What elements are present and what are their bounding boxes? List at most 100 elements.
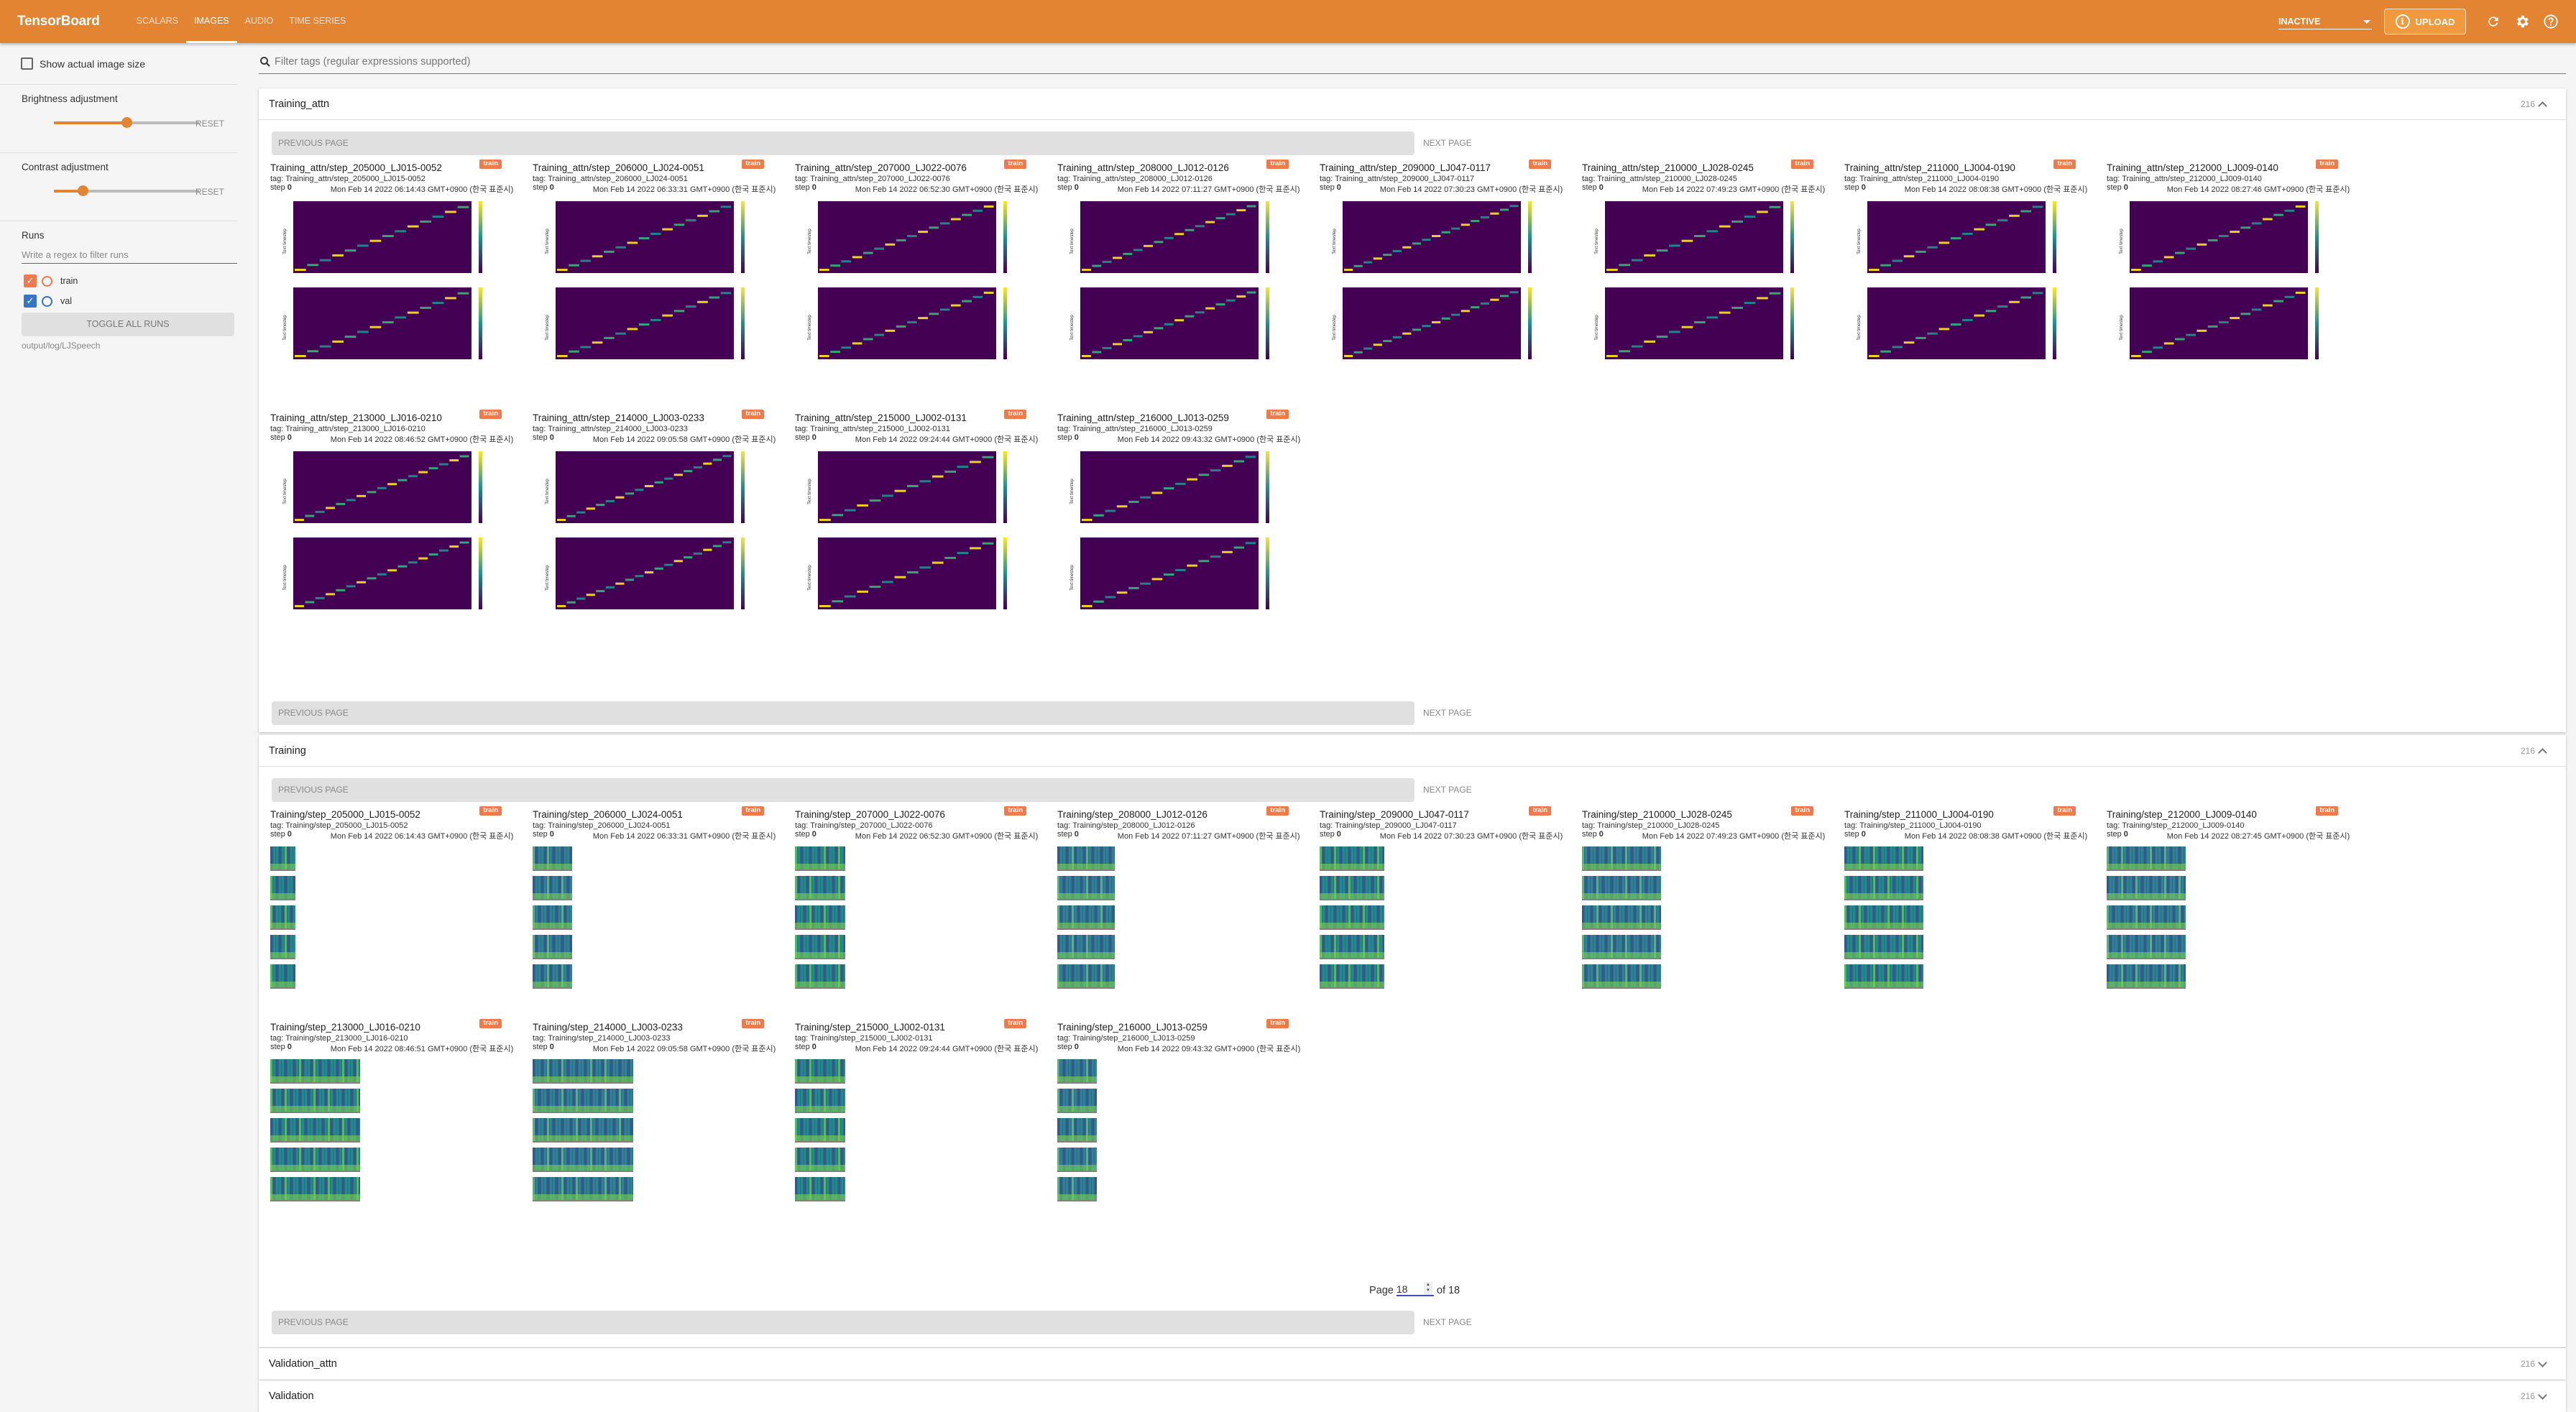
section-header[interactable]: Training_attn 216 <box>259 88 2566 120</box>
spectrogram-image[interactable] <box>795 904 845 931</box>
spectrogram-image[interactable] <box>2107 845 2186 872</box>
section-header[interactable]: Validation_attn 216 <box>259 1348 2566 1380</box>
spectrogram-image[interactable] <box>533 904 572 931</box>
spectrogram-image[interactable] <box>1057 1058 1097 1085</box>
tag-filter-input[interactable]: Filter tags (regular expressions support… <box>275 56 470 68</box>
attention-plot-image[interactable]: Text timestepAudio timestep <box>533 535 748 614</box>
upload-button[interactable]: i UPLOAD <box>2384 9 2466 34</box>
spectrogram-image[interactable] <box>270 1117 360 1144</box>
spectrogram-image[interactable] <box>533 933 572 961</box>
spectrogram-image[interactable] <box>1057 904 1115 931</box>
spectrogram-image[interactable] <box>1057 1117 1097 1144</box>
spectrogram-image[interactable] <box>1582 845 1661 872</box>
previous-page-button[interactable]: PREVIOUS PAGE <box>272 1311 1414 1334</box>
runs-filter-input[interactable]: Write a regex to filter runs <box>22 249 237 264</box>
spectrogram-image[interactable] <box>1582 933 1661 961</box>
spectrogram-image[interactable] <box>795 963 845 990</box>
brightness-slider-handle[interactable] <box>121 117 132 128</box>
section-header[interactable]: Training 216 <box>259 735 2566 767</box>
attention-plot-image[interactable]: Text timestep <box>1844 198 2060 277</box>
attention-plot-image[interactable]: Text timestepAudio timestep <box>1320 285 1535 364</box>
next-page-button[interactable]: NEXT PAGE <box>1423 1311 1472 1334</box>
spectrogram-image[interactable] <box>533 845 572 872</box>
spectrogram-image[interactable] <box>533 963 572 990</box>
next-page-button[interactable]: NEXT PAGE <box>1423 778 1472 802</box>
attention-plot-image[interactable]: Text timestep <box>795 448 1011 527</box>
attention-plot-image[interactable]: Text timestepAudio timestep <box>2107 285 2322 364</box>
spectrogram-image[interactable] <box>2107 963 2186 990</box>
attention-plot-image[interactable]: Text timestep <box>1582 198 1798 277</box>
spectrogram-image[interactable] <box>795 1058 845 1085</box>
spectrogram-image[interactable] <box>533 1058 633 1085</box>
spectrogram-image[interactable] <box>795 1087 845 1115</box>
spectrogram-image[interactable] <box>1057 963 1115 990</box>
spectrogram-image[interactable] <box>270 933 295 961</box>
spectrogram-image[interactable] <box>1057 933 1115 961</box>
run-val-checkbox[interactable]: ✓ <box>24 295 37 308</box>
spectrogram-image[interactable] <box>2107 875 2186 902</box>
spectrogram-image[interactable] <box>795 875 845 902</box>
attention-plot-image[interactable]: Text timestepAudio timestep <box>795 285 1011 364</box>
spectrogram-image[interactable] <box>533 1087 633 1115</box>
spectrogram-image[interactable] <box>795 845 845 872</box>
spectrogram-image[interactable] <box>1057 845 1115 872</box>
attention-plot-image[interactable]: Text timestep <box>533 198 748 277</box>
spectrogram-image[interactable] <box>795 1176 845 1203</box>
show-actual-size-checkbox[interactable] <box>21 57 33 70</box>
spectrogram-image[interactable] <box>2107 904 2186 931</box>
previous-page-button[interactable]: PREVIOUS PAGE <box>272 701 1414 725</box>
page-input[interactable]: 18 ▲ ▼ <box>1396 1281 1434 1296</box>
spectrogram-image[interactable] <box>1844 845 1923 872</box>
refresh-icon[interactable] <box>2485 14 2501 29</box>
attention-plot-image[interactable]: Text timestepAudio timestep <box>270 535 486 614</box>
spectrogram-image[interactable] <box>533 1117 633 1144</box>
attention-plot-image[interactable]: Text timestep <box>1057 198 1273 277</box>
tab-scalars[interactable]: SCALARS <box>129 0 186 43</box>
attention-plot-image[interactable]: Text timestepAudio timestep <box>795 535 1011 614</box>
spectrogram-image[interactable] <box>1320 845 1384 872</box>
toggle-all-runs-button[interactable]: TOGGLE ALL RUNS <box>22 313 234 336</box>
run-item-train[interactable]: ✓ train <box>24 271 237 291</box>
chevron-down-icon[interactable] <box>2538 1357 2547 1367</box>
attention-plot-image[interactable]: Text timestepAudio timestep <box>533 285 748 364</box>
attention-plot-image[interactable]: Text timestepAudio timestep <box>1057 285 1273 364</box>
attention-plot-image[interactable]: Text timestepAudio timestep <box>1057 535 1273 614</box>
spectrogram-image[interactable] <box>270 875 295 902</box>
chevron-up-icon[interactable] <box>2538 101 2547 111</box>
spectrogram-image[interactable] <box>270 1087 360 1115</box>
spectrogram-image[interactable] <box>1320 875 1384 902</box>
spectrogram-image[interactable] <box>270 845 295 872</box>
tab-images[interactable]: IMAGES <box>186 0 237 43</box>
previous-page-button[interactable]: PREVIOUS PAGE <box>272 778 1414 802</box>
run-train-checkbox[interactable]: ✓ <box>24 274 37 287</box>
attention-plot-image[interactable]: Text timestep <box>795 198 1011 277</box>
spectrogram-image[interactable] <box>2107 933 2186 961</box>
spectrogram-image[interactable] <box>1057 1176 1097 1203</box>
chevron-up-icon[interactable] <box>2538 747 2547 757</box>
attention-plot-image[interactable]: Text timestep <box>270 198 486 277</box>
spectrogram-image[interactable] <box>533 1146 633 1173</box>
spectrogram-image[interactable] <box>270 963 295 990</box>
next-page-button[interactable]: NEXT PAGE <box>1423 701 1472 725</box>
spectrogram-image[interactable] <box>1320 904 1384 931</box>
run-item-val[interactable]: ✓ val <box>24 291 237 311</box>
spectrogram-image[interactable] <box>795 933 845 961</box>
spectrogram-image[interactable] <box>270 1146 360 1173</box>
spectrogram-image[interactable] <box>533 875 572 902</box>
attention-plot-image[interactable]: Text timestep <box>1057 448 1273 527</box>
attention-plot-image[interactable]: Text timestep <box>270 448 486 527</box>
spectrogram-image[interactable] <box>795 1117 845 1144</box>
spectrogram-image[interactable] <box>1057 1087 1097 1115</box>
spectrogram-image[interactable] <box>270 904 295 931</box>
spectrogram-image[interactable] <box>1844 963 1923 990</box>
help-icon[interactable] <box>2543 14 2559 29</box>
brightness-slider[interactable] <box>54 117 199 128</box>
brightness-reset-button[interactable]: RESET <box>196 119 224 129</box>
previous-page-button[interactable]: PREVIOUS PAGE <box>272 131 1414 155</box>
attention-plot-image[interactable]: Text timestepAudio timestep <box>270 285 486 364</box>
attention-plot-image[interactable]: Text timestep <box>2107 198 2322 277</box>
chevron-down-icon[interactable] <box>2538 1390 2547 1400</box>
attention-plot-image[interactable]: Text timestep <box>533 448 748 527</box>
attention-plot-image[interactable]: Text timestepAudio timestep <box>1844 285 2060 364</box>
spectrogram-image[interactable] <box>533 1176 633 1203</box>
